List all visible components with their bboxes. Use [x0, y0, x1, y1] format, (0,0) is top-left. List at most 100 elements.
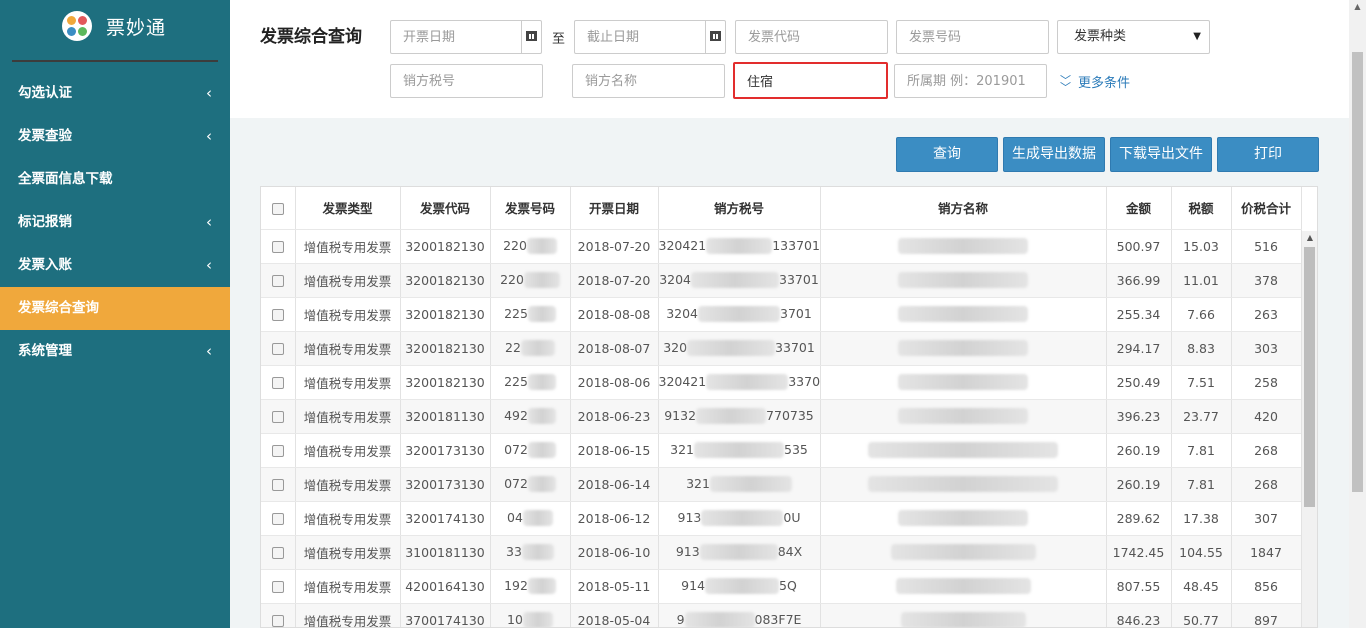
- column-header: 销方税号: [658, 187, 821, 230]
- tax-amount-cell: 104.55: [1171, 535, 1232, 570]
- table-row[interactable]: 增值税专用发票 3200173130 072 2018-06-14 321 260.19 7…: [261, 467, 1302, 502]
- keyword-input[interactable]: [733, 62, 888, 99]
- seller-tax-id-input[interactable]: [390, 64, 543, 98]
- sidebar-item-2[interactable]: 发票查验 ‹: [0, 115, 230, 158]
- invoice-type-cell: 增值税专用发票: [295, 467, 401, 502]
- table-row[interactable]: 增值税专用发票 3200174130 04 2018-06-12 913 0U 289.62…: [261, 501, 1302, 536]
- seller-tax-id-suffix: 84X: [777, 543, 803, 559]
- redacted-mask: [526, 238, 557, 255]
- redacted-mask: [527, 408, 556, 425]
- invoice-type-cell: 增值税专用发票: [295, 331, 401, 366]
- row-checkbox[interactable]: [271, 309, 284, 321]
- row-checkbox[interactable]: [271, 377, 284, 389]
- row-checkbox[interactable]: [271, 615, 284, 627]
- table-row[interactable]: 增值税专用发票 3200182130 225 2018-08-06 320421 3370…: [261, 365, 1302, 400]
- row-checkbox[interactable]: [271, 581, 284, 593]
- scroll-up-icon[interactable]: ▲: [1349, 2, 1366, 11]
- page-scrollbar[interactable]: ▲: [1349, 0, 1366, 628]
- table-row[interactable]: 增值税专用发票 3700174130 10 2018-05-04 9 083F7E 846.…: [261, 603, 1302, 627]
- table-row[interactable]: 增值税专用发票 3200182130 225 2018-08-08 3204 3701 25…: [261, 297, 1302, 332]
- select-all-checkbox[interactable]: [271, 202, 284, 215]
- seller-name-input[interactable]: [572, 64, 725, 98]
- page-scroll-thumb[interactable]: [1352, 52, 1363, 492]
- invoice-type-cell: 增值税专用发票: [295, 433, 401, 468]
- row-checkbox[interactable]: [271, 411, 284, 423]
- sidebar-item-5[interactable]: 发票入账 ‹: [0, 244, 230, 287]
- total-amount-cell: 897: [1231, 603, 1302, 627]
- table-scroll-thumb[interactable]: [1304, 247, 1315, 507]
- table-row[interactable]: 增值税专用发票 3200182130 220 2018-07-20 320421 1337…: [261, 229, 1302, 264]
- table-row[interactable]: 增值税专用发票 3200182130 22 2018-08-07 320 33701 294…: [261, 331, 1302, 366]
- download-export-button[interactable]: 下载导出文件: [1110, 137, 1212, 172]
- redacted-mask: [522, 612, 553, 627]
- start-date-input[interactable]: [390, 20, 542, 54]
- query-button[interactable]: 查询: [896, 137, 998, 172]
- row-checkbox[interactable]: [271, 343, 284, 355]
- table-row[interactable]: 增值税专用发票 4200164130 192 2018-05-11 914 5Q 807.5…: [261, 569, 1302, 604]
- invoice-code-input[interactable]: [735, 20, 888, 54]
- invoice-type-cell: 增值税专用发票: [295, 399, 401, 434]
- sidebar-item-4[interactable]: 标记报销 ‹: [0, 201, 230, 244]
- redacted-mask: [890, 544, 1036, 561]
- row-checkbox[interactable]: [271, 275, 284, 287]
- redacted-mask: [898, 408, 1028, 425]
- seller-tax-id-cell: 913 0U: [658, 501, 821, 536]
- seller-tax-id-suffix: 33701: [779, 271, 819, 287]
- tax-amount-cell: 50.77: [1171, 603, 1232, 627]
- row-select-cell: [261, 229, 296, 264]
- more-conditions-link[interactable]: ﹀ ﹀ 更多条件: [1060, 72, 1131, 93]
- column-header: 销方名称: [820, 187, 1107, 230]
- seller-tax-id-prefix: 913: [675, 543, 700, 559]
- row-checkbox[interactable]: [271, 513, 284, 525]
- scroll-up-icon[interactable]: ▲: [1302, 233, 1317, 242]
- date-range-separator: 至: [552, 32, 566, 47]
- seller-name-cell: [820, 297, 1107, 332]
- row-checkbox[interactable]: [271, 479, 284, 491]
- table-row[interactable]: 增值税专用发票 3200173130 072 2018-06-15 321 535 260.…: [261, 433, 1302, 468]
- invoice-number-cell: 072: [490, 467, 571, 502]
- table-row[interactable]: 增值税专用发票 3200181130 492 2018-06-23 9132 770735…: [261, 399, 1302, 434]
- invoice-type-select[interactable]: 发票种类 ▼: [1057, 20, 1210, 54]
- redacted-mask: [898, 340, 1028, 357]
- more-conditions-label: 更多条件: [1078, 76, 1131, 91]
- tax-amount-cell: 8.83: [1171, 331, 1232, 366]
- invoice-number-prefix: 220: [500, 271, 524, 287]
- select-all-cell: [261, 187, 296, 230]
- row-checkbox[interactable]: [271, 445, 284, 457]
- amount-cell: 260.19: [1106, 467, 1172, 502]
- invoice-code-cell: 3200182130: [400, 229, 491, 264]
- seller-name-cell: [820, 501, 1107, 536]
- invoice-type-cell: 增值税专用发票: [295, 535, 401, 570]
- sidebar-item-7[interactable]: 系统管理 ‹: [0, 330, 230, 373]
- table-header-row: 发票类型 发票代码 发票号码 开票日期 销方税号 销方名称 金额 税额 价税合计: [261, 187, 1302, 230]
- total-amount-cell: 268: [1231, 433, 1302, 468]
- invoice-code-cell: 3200182130: [400, 331, 491, 366]
- table-scrollbar[interactable]: ▲: [1301, 231, 1317, 627]
- invoice-number-prefix: 072: [504, 475, 528, 491]
- seller-name-cell: [820, 399, 1107, 434]
- row-checkbox[interactable]: [271, 241, 284, 253]
- end-date-input[interactable]: [574, 20, 726, 54]
- invoice-number-input[interactable]: [896, 20, 1049, 54]
- invoice-type-cell: 增值税专用发票: [295, 569, 401, 604]
- row-checkbox[interactable]: [271, 547, 284, 559]
- redacted-mask: [696, 408, 767, 425]
- sidebar-item-6[interactable]: 发票综合查询: [0, 287, 230, 330]
- column-header: 价税合计: [1231, 187, 1302, 230]
- table-row[interactable]: 增值税专用发票 3100181130 33 2018-06-10 913 84X 1742.…: [261, 535, 1302, 570]
- invoice-code-cell: 3100181130: [400, 535, 491, 570]
- seller-tax-id-cell: 320421 133701: [658, 229, 821, 264]
- table-row[interactable]: 增值税专用发票 3200182130 220 2018-07-20 3204 33701 3…: [261, 263, 1302, 298]
- calendar-icon[interactable]: [705, 20, 725, 53]
- seller-tax-id-prefix: 320421: [658, 373, 707, 389]
- generate-export-button[interactable]: 生成导出数据: [1003, 137, 1105, 172]
- sidebar-item-1[interactable]: 勾选认证 ‹: [0, 72, 230, 115]
- sidebar-item-3[interactable]: 全票面信息下载: [0, 158, 230, 201]
- print-button[interactable]: 打印: [1217, 137, 1319, 172]
- period-input[interactable]: [894, 64, 1047, 98]
- invoice-type-cell: 增值税专用发票: [295, 229, 401, 264]
- redacted-mask: [527, 442, 556, 459]
- calendar-icon[interactable]: [521, 20, 541, 53]
- redacted-mask: [527, 306, 556, 323]
- redacted-mask: [527, 476, 556, 493]
